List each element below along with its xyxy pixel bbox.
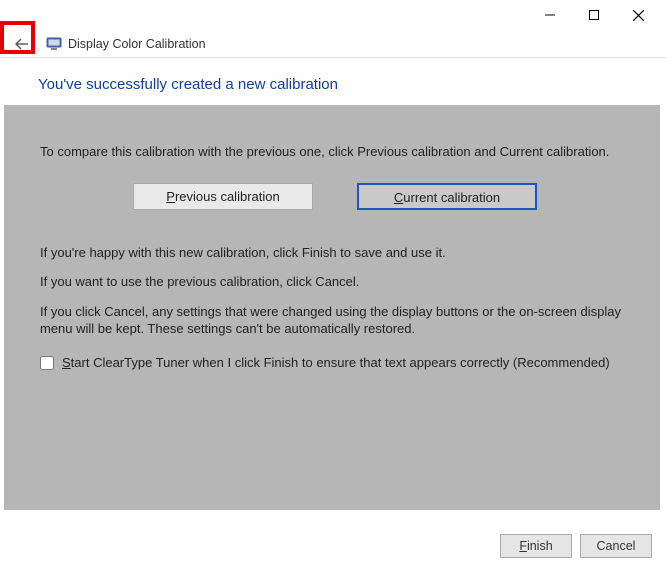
close-button[interactable] (616, 1, 660, 29)
current-calibration-button[interactable]: Current calibration (357, 183, 537, 210)
wizard-body: To compare this calibration with the pre… (4, 105, 660, 510)
cancel-instruction: If you want to use the previous calibrat… (40, 273, 630, 291)
arrow-left-icon (14, 36, 30, 52)
wizard-window: Display Color Calibration You've success… (0, 0, 666, 566)
page-title: You've successfully created a new calibr… (0, 58, 666, 105)
cancel-button[interactable]: Cancel (580, 534, 652, 558)
cancel-note: If you click Cancel, any settings that w… (40, 303, 630, 338)
finish-button[interactable]: Finish (500, 534, 572, 558)
maximize-button[interactable] (572, 1, 616, 29)
minimize-button[interactable] (528, 1, 572, 29)
wizard-footer: Finish Cancel (0, 526, 666, 566)
compare-instructions: To compare this calibration with the pre… (40, 143, 630, 161)
back-button[interactable] (8, 30, 36, 58)
display-calibration-icon (46, 36, 62, 52)
compare-buttons-row: Previous calibration Current calibration (40, 183, 630, 210)
cleartype-checkbox-row: Start ClearType Tuner when I click Finis… (40, 354, 630, 372)
cleartype-tuner-label[interactable]: Start ClearType Tuner when I click Finis… (62, 354, 610, 372)
app-title: Display Color Calibration (68, 37, 206, 51)
header-row: Display Color Calibration (0, 30, 666, 58)
cleartype-tuner-checkbox[interactable] (40, 356, 54, 370)
titlebar (0, 0, 666, 30)
previous-calibration-button[interactable]: Previous calibration (133, 183, 313, 210)
finish-instruction: If you're happy with this new calibratio… (40, 244, 630, 262)
